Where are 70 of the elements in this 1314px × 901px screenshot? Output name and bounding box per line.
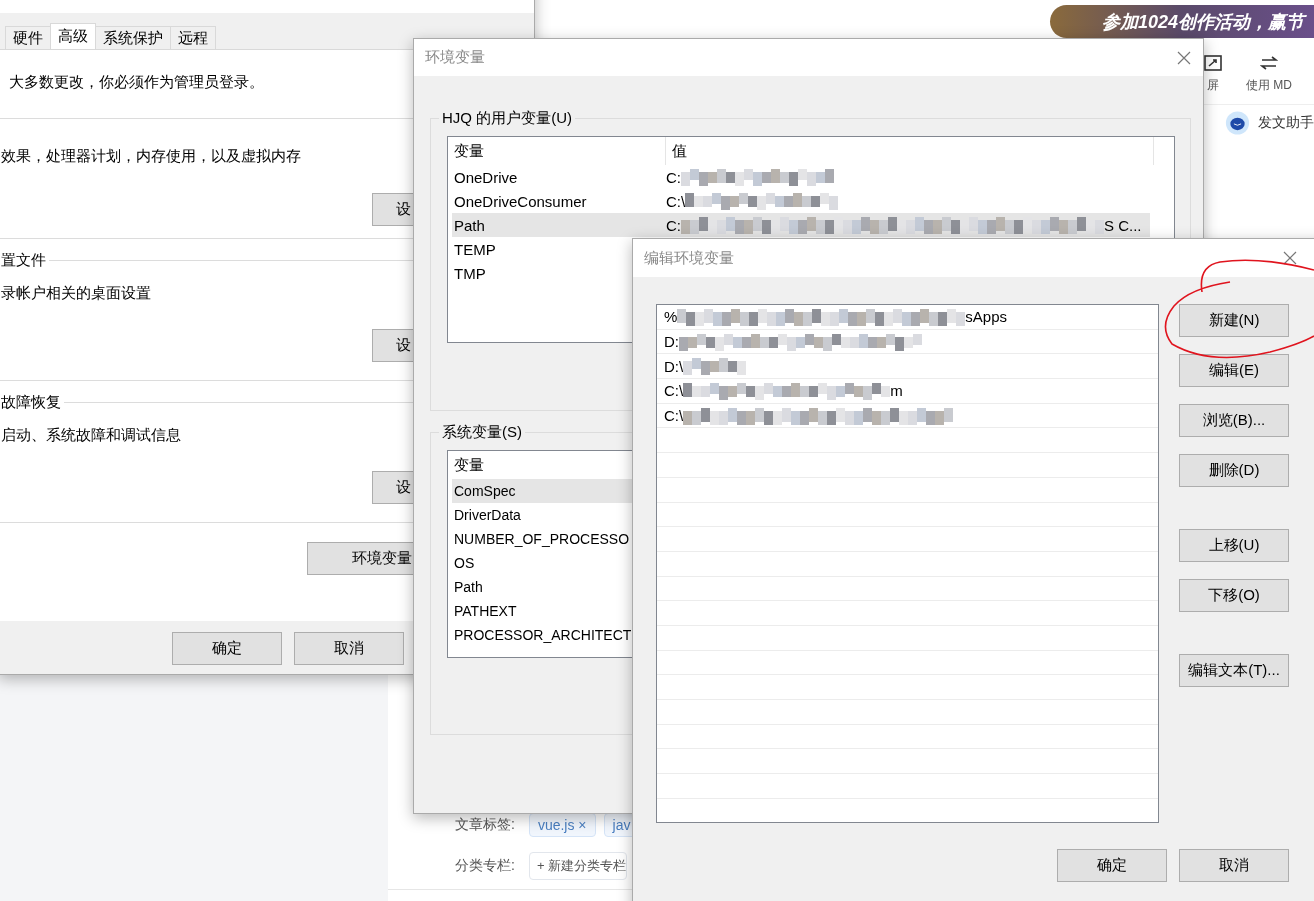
close-icon[interactable] <box>1177 50 1191 65</box>
variable-name: PATHEXT <box>454 603 517 619</box>
dialog-button[interactable]: 取消 <box>1179 849 1289 882</box>
tags-label: 文章标签: <box>455 816 515 834</box>
column-header[interactable]: 值 <box>672 141 687 161</box>
path-entry-text[interactable]: % <box>664 308 678 326</box>
path-entry-text[interactable]: D:\ <box>664 357 684 375</box>
value-text: C: <box>666 216 681 234</box>
dialog-button[interactable]: 确定 <box>172 632 282 665</box>
group-title: 系统变量(S) <box>441 423 523 442</box>
variable-name: NUMBER_OF_PROCESSO <box>454 531 630 547</box>
value-text: S C... <box>1104 216 1142 234</box>
column-label: 分类专栏: <box>455 857 515 875</box>
value-text: C: <box>666 168 681 186</box>
column-header[interactable]: 变量 <box>454 141 484 161</box>
variable-name: OS <box>454 555 475 571</box>
close-icon[interactable] <box>1283 251 1297 265</box>
action-button[interactable]: 新建(N) <box>1179 304 1289 337</box>
settings-button[interactable]: 设 <box>372 471 414 504</box>
list-row[interactable]: OneDrive C: <box>448 165 1174 189</box>
toolbar-label[interactable]: 使用 MD <box>1246 77 1292 94</box>
admin-note: 大多数更改，你必须作为管理员登录。 <box>9 73 264 90</box>
path-entry-text[interactable]: sApps <box>965 308 1008 326</box>
value-text: C:\ <box>666 192 686 210</box>
section-description: 启动、系统故障和调试信息 <box>0 426 181 443</box>
variable-name: OneDriveConsumer <box>454 192 587 210</box>
variable-name: OneDrive <box>454 168 518 186</box>
settings-button[interactable]: 设 <box>372 193 414 226</box>
tab[interactable]: 远程 <box>170 26 216 49</box>
path-entry-text[interactable]: D: <box>664 333 679 351</box>
column-header[interactable]: 变量 <box>454 455 484 475</box>
environment-variables-button[interactable]: 环境变量 <box>307 542 414 575</box>
action-button[interactable]: 编辑文本(T)... <box>1179 654 1289 687</box>
group-title: HJQ 的用户变量(U) <box>441 109 573 128</box>
swap-arrows-icon <box>1260 55 1278 71</box>
promo-banner[interactable]: 参加1024创作活动，赢节 <box>1050 5 1314 38</box>
dialog-button[interactable]: 取消 <box>294 632 404 665</box>
section-title: 故障恢复 <box>0 393 61 412</box>
pixelated-text-drawing <box>683 356 747 377</box>
section-title: 置文件 <box>0 251 46 270</box>
variable-name: DriverData <box>454 507 521 523</box>
action-button[interactable]: 删除(D) <box>1179 454 1289 487</box>
toolbar-label[interactable]: 屏 <box>1207 77 1219 94</box>
window-title: 编辑环境变量 <box>644 248 734 268</box>
action-button[interactable]: 浏览(B)... <box>1179 404 1289 437</box>
new-column-button[interactable]: + 新建分类专栏 <box>528 852 628 880</box>
robot-avatar-icon <box>1225 109 1250 137</box>
path-entry-text[interactable]: m <box>890 382 903 400</box>
tab[interactable]: 硬件 <box>5 26 51 49</box>
action-button[interactable]: 上移(U) <box>1179 529 1289 562</box>
assistant-label[interactable]: 发文助手 <box>1258 114 1314 132</box>
expand-icon <box>1204 55 1222 71</box>
settings-button[interactable]: 设 <box>372 329 414 362</box>
action-button[interactable]: 编辑(E) <box>1179 354 1289 387</box>
window-title: 环境变量 <box>425 48 485 67</box>
list-row[interactable]: OneDriveConsumer C:\ <box>448 189 1174 213</box>
tag-chip[interactable]: vue.js × <box>528 813 596 837</box>
variable-name: TMP <box>454 264 486 282</box>
list-row[interactable]: Path C: S C... <box>452 213 1150 237</box>
tab[interactable]: 高级 <box>50 23 96 49</box>
variable-name: Path <box>454 579 483 595</box>
variable-name: ComSpec <box>454 483 516 499</box>
variable-name: PROCESSOR_ARCHITECT <box>454 627 632 643</box>
section-description: 录帐户相关的桌面设置 <box>0 284 151 301</box>
action-button[interactable]: 下移(O) <box>1179 579 1289 612</box>
section-description: 效果，处理器计划，内存使用，以及虚拟内存 <box>0 147 301 164</box>
path-entry-text[interactable]: C:\ <box>664 407 684 425</box>
variable-name: Path <box>454 216 485 234</box>
dialog-button[interactable]: 确定 <box>1057 849 1167 882</box>
path-entry-text[interactable]: C:\ <box>664 382 684 400</box>
